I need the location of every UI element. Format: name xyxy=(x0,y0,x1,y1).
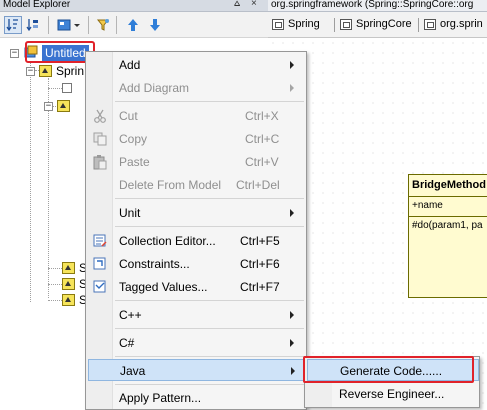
menu-item-add-diagram[interactable]: Add Diagram xyxy=(88,77,306,99)
menu-item-label: Paste xyxy=(119,155,150,169)
tree-row-package[interactable]: − xyxy=(44,97,70,115)
tagged-values-icon xyxy=(92,279,108,295)
tree-row-spring[interactable]: − Sprin xyxy=(26,62,84,80)
menu-item-label: Copy xyxy=(119,132,148,146)
menu-item-label: Constraints... xyxy=(119,257,190,271)
copy-icon xyxy=(92,131,108,147)
diagram-icon xyxy=(424,18,436,30)
uml-class-attribute: +name xyxy=(409,197,487,217)
menu-item-java[interactable]: Java xyxy=(88,359,306,381)
menu-item-apply-pattern[interactable]: Apply Pattern... xyxy=(88,387,306,409)
menu-item-paste[interactable]: Paste Ctrl+V xyxy=(88,151,306,173)
editor-titlebar: org.springframework (Spring::SpringCore:… xyxy=(268,0,487,12)
menu-item-label: C++ xyxy=(119,308,142,322)
menu-item-label: Reverse Engineer... xyxy=(339,387,445,401)
uml-class-operation: #do(param1, pa xyxy=(412,220,483,231)
submenu-arrow-icon xyxy=(290,84,294,92)
menu-separator xyxy=(115,226,304,227)
menu-item-reverse-engineer[interactable]: Reverse Engineer... xyxy=(307,383,479,405)
menu-separator xyxy=(115,384,304,385)
menu-item-label: Tagged Values... xyxy=(119,280,208,294)
package-icon xyxy=(57,100,70,112)
tree-row-pkg-c[interactable]: S xyxy=(62,291,87,309)
package-icon xyxy=(62,294,75,306)
close-icon[interactable]: × xyxy=(251,0,257,9)
menu-separator xyxy=(115,356,304,357)
view-icon[interactable] xyxy=(56,16,82,34)
package-icon xyxy=(62,262,75,274)
context-menu: Add Add Diagram Cut Ctrl+X Copy Ctrl+C P… xyxy=(85,51,307,410)
menu-item-cpp[interactable]: C++ xyxy=(88,304,306,326)
menu-item-label: Add Diagram xyxy=(119,81,190,95)
package-icon xyxy=(62,278,75,290)
tree-child-label: Sprin xyxy=(56,64,85,78)
collection-editor-icon xyxy=(92,233,108,249)
menu-item-shortcut: Ctrl+F5 xyxy=(240,234,280,248)
menu-item-add[interactable]: Add xyxy=(88,54,306,76)
submenu-arrow-icon xyxy=(290,61,294,69)
collapse-icon[interactable]: − xyxy=(10,48,19,58)
move-up-icon[interactable] xyxy=(124,16,142,34)
menu-item-shortcut: Ctrl+F6 xyxy=(240,257,280,271)
package-icon xyxy=(39,65,52,77)
menu-item-constraints[interactable]: Constraints... Ctrl+F6 xyxy=(88,253,306,275)
menu-item-delete-from-model[interactable]: Delete From Model Ctrl+Del xyxy=(88,174,306,196)
filter-icon[interactable] xyxy=(94,16,112,34)
menu-item-shortcut: Ctrl+V xyxy=(245,155,279,169)
menu-item-cut[interactable]: Cut Ctrl+X xyxy=(88,105,306,127)
menu-item-label: Add xyxy=(119,58,141,72)
tree-row-stub[interactable] xyxy=(62,79,72,97)
uml-class-name: BridgeMethod xyxy=(409,175,487,197)
tab-label: Spring xyxy=(288,18,320,30)
menu-item-label: Collection Editor... xyxy=(119,234,216,248)
diagram-icon xyxy=(340,18,352,30)
collapse-icon[interactable]: − xyxy=(26,66,35,76)
menu-item-label: C# xyxy=(119,336,135,350)
model-explorer-toolbar xyxy=(0,12,268,38)
menu-item-collection-editor[interactable]: Collection Editor... Ctrl+F5 xyxy=(88,230,306,252)
menu-item-label: Unit xyxy=(119,206,141,220)
pin-icon[interactable]: ⩟ xyxy=(234,0,240,9)
collapse-icon[interactable]: − xyxy=(44,101,53,111)
tab-label: org.sprin xyxy=(440,18,483,30)
model-explorer-titlebar: Model Explorer ⩟ × xyxy=(0,0,268,12)
submenu-arrow-icon xyxy=(291,367,295,375)
menu-item-copy[interactable]: Copy Ctrl+C xyxy=(88,128,306,150)
submenu-arrow-icon xyxy=(290,209,294,217)
annotation-highlight-generate-code xyxy=(303,356,474,383)
model-explorer-title: Model Explorer xyxy=(3,0,71,10)
editor-title: org.springframework (Spring::SpringCore:… xyxy=(271,0,474,10)
menu-separator xyxy=(115,101,304,102)
menu-item-tagged-values[interactable]: Tagged Values... Ctrl+F7 xyxy=(88,276,306,298)
menu-item-unit[interactable]: Unit xyxy=(88,202,306,224)
paste-icon xyxy=(92,154,108,170)
menu-item-shortcut: Ctrl+Del xyxy=(236,178,280,192)
sort-alt-icon[interactable] xyxy=(24,16,42,34)
menu-item-label: Delete From Model xyxy=(119,178,222,192)
tab-springcore[interactable]: SpringCore xyxy=(340,18,412,30)
scissors-icon xyxy=(92,108,108,124)
move-down-icon[interactable] xyxy=(146,16,164,34)
sort-icon[interactable] xyxy=(4,16,22,34)
tab-label: SpringCore xyxy=(356,18,412,30)
uml-class-bridgemethod[interactable]: BridgeMethod +name #do(param1, pa xyxy=(408,174,487,298)
diagram-icon xyxy=(272,18,284,30)
menu-item-csharp[interactable]: C# xyxy=(88,332,306,354)
menu-item-label: Cut xyxy=(119,109,138,123)
menu-item-label: Java xyxy=(120,364,146,378)
element-icon xyxy=(62,83,72,93)
menu-separator xyxy=(115,198,304,199)
menu-item-label: Apply Pattern... xyxy=(119,391,202,405)
menu-item-shortcut: Ctrl+F7 xyxy=(240,280,280,294)
tab-org-spring[interactable]: org.sprin xyxy=(424,18,483,30)
menu-item-shortcut: Ctrl+X xyxy=(245,109,279,123)
menu-separator xyxy=(115,300,304,301)
constraints-icon xyxy=(92,256,108,272)
menu-separator xyxy=(115,328,304,329)
tab-spring[interactable]: Spring xyxy=(272,18,320,30)
submenu-arrow-icon xyxy=(290,311,294,319)
menu-item-shortcut: Ctrl+C xyxy=(245,132,280,146)
submenu-arrow-icon xyxy=(290,339,294,347)
editor-tab-strip: Spring SpringCore org.sprin xyxy=(268,12,487,38)
